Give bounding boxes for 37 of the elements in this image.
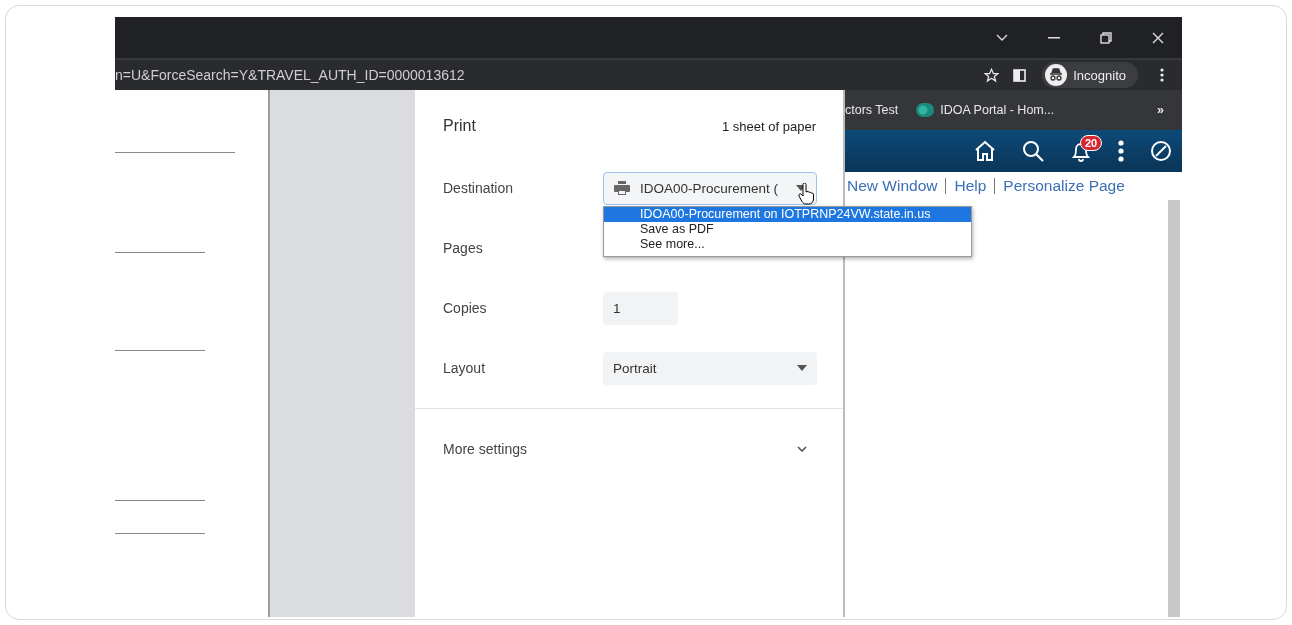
- minimize-icon[interactable]: [1048, 36, 1060, 39]
- more-options-icon[interactable]: [1118, 140, 1124, 162]
- setting-label: Destination: [443, 180, 515, 196]
- header-link[interactable]: Help: [954, 178, 996, 194]
- setting-label: Layout: [443, 360, 487, 376]
- restore-icon[interactable]: [1100, 31, 1112, 44]
- bookmarks-overflow-button[interactable]: »: [1157, 103, 1164, 117]
- incognito-button[interactable]: Incognito: [1042, 62, 1138, 88]
- scrollbar[interactable]: [1168, 200, 1180, 617]
- bookmark-link[interactable]: ctors Test: [845, 103, 899, 117]
- menu-icon[interactable]: [1160, 68, 1164, 82]
- bookmark-link[interactable]: IDOA Portal - Hom...: [916, 103, 1055, 117]
- header-link[interactable]: New Window: [847, 178, 947, 194]
- address-field[interactable]: n=U&ForceSearch=Y&TRAVEL_AUTH_ID=0000013612: [115, 67, 465, 83]
- destination-option[interactable]: IDOA00-Procurement on IOTPRNP24VW.state.in.us: [604, 207, 971, 222]
- dropdown-arrow-icon: [797, 365, 807, 371]
- destination-select[interactable]: IDOA00-Procurement (: [603, 171, 817, 205]
- side-panel-icon[interactable]: [1013, 68, 1027, 82]
- search-icon[interactable]: [1022, 140, 1044, 162]
- sheet-count: 1 sheet of paper: [722, 118, 816, 134]
- tab-search-icon[interactable]: [996, 33, 1008, 42]
- star-icon[interactable]: [984, 67, 1000, 83]
- printer-icon: [614, 181, 630, 195]
- setting-label: Copies: [443, 300, 488, 316]
- site-icon: [916, 103, 935, 117]
- destination-option[interactable]: See more...: [604, 237, 971, 256]
- notification-badge: 20: [1080, 135, 1103, 151]
- setting-label: Pages: [443, 240, 484, 256]
- copies-field[interactable]: 1: [603, 291, 678, 325]
- incognito-icon: [1045, 64, 1068, 86]
- layout-select[interactable]: Portrait: [603, 351, 817, 385]
- home-icon[interactable]: [974, 140, 996, 162]
- print-title: Print: [443, 117, 476, 135]
- header-link[interactable]: Personalize Page: [1003, 178, 1133, 194]
- more-settings-toggle[interactable]: More settings: [415, 419, 843, 479]
- destination-option[interactable]: Save as PDF: [604, 222, 971, 237]
- close-icon[interactable]: [1152, 31, 1164, 44]
